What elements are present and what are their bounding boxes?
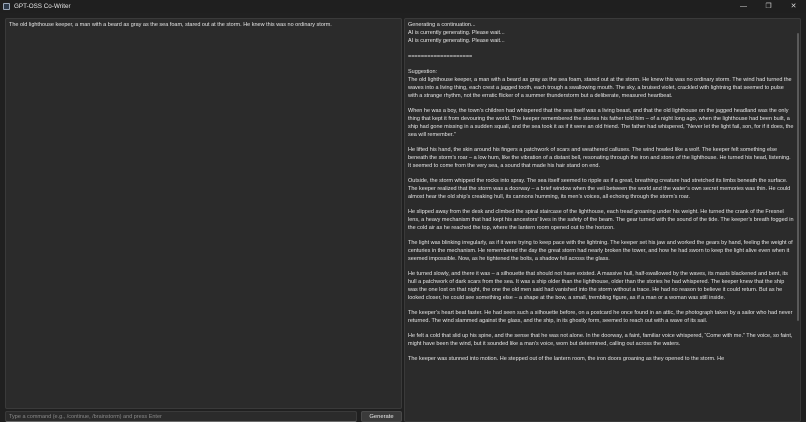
close-icon[interactable]: ✕ — [781, 0, 806, 13]
restore-icon[interactable]: ❐ — [756, 0, 781, 13]
window-controls: — ❐ ✕ — [731, 0, 806, 13]
output-pane[interactable]: Generating a continuation... AI is curre… — [404, 18, 801, 422]
suggestion-paragraph: The keeper’s heart beat faster. He had s… — [408, 310, 793, 325]
suggestion-paragraph: He turned slowly, and there it was – a s… — [408, 271, 788, 302]
minimize-icon[interactable]: — — [731, 0, 756, 13]
status-line: Generating a continuation... — [408, 22, 476, 28]
title-bar: GPT-OSS Co-Writer — ❐ ✕ — [0, 0, 806, 13]
suggestion-paragraph: The light was blinking irregularly, as i… — [408, 240, 793, 263]
generate-button[interactable]: Generate — [361, 411, 402, 422]
suggestion-paragraph: He lifted his hand, the skin around his … — [408, 147, 791, 170]
command-input[interactable] — [5, 411, 357, 422]
suggestion-label: Suggestion: — [408, 69, 438, 76]
suggestion-paragraph: He slipped away from the desk and climbe… — [408, 209, 794, 232]
window-title: GPT-OSS Co-Writer — [14, 3, 71, 10]
suggestion-paragraph: The old lighthouse keeper, a man with a … — [408, 77, 792, 100]
suggestion-paragraph: Outside, the storm whipped the rocks int… — [408, 178, 791, 201]
suggestion-paragraph: When he was a boy, the town’s children h… — [408, 108, 794, 139]
editor-textarea[interactable]: The old lighthouse keeper, a man with a … — [5, 18, 402, 409]
app-icon — [3, 3, 10, 10]
editor-text: The old lighthouse keeper, a man with a … — [9, 22, 332, 28]
suggestion-paragraph: The keeper was stunned into motion. He s… — [408, 356, 725, 363]
vertical-scrollbar[interactable] — [797, 33, 799, 321]
status-line: AI is currently generating. Please wait.… — [408, 29, 505, 36]
status-line: AI is currently generating. Please wait.… — [408, 37, 505, 44]
suggestion-paragraph: He felt a cold that slid up his spine, a… — [408, 333, 793, 348]
separator-line: ==================== — [408, 53, 473, 60]
